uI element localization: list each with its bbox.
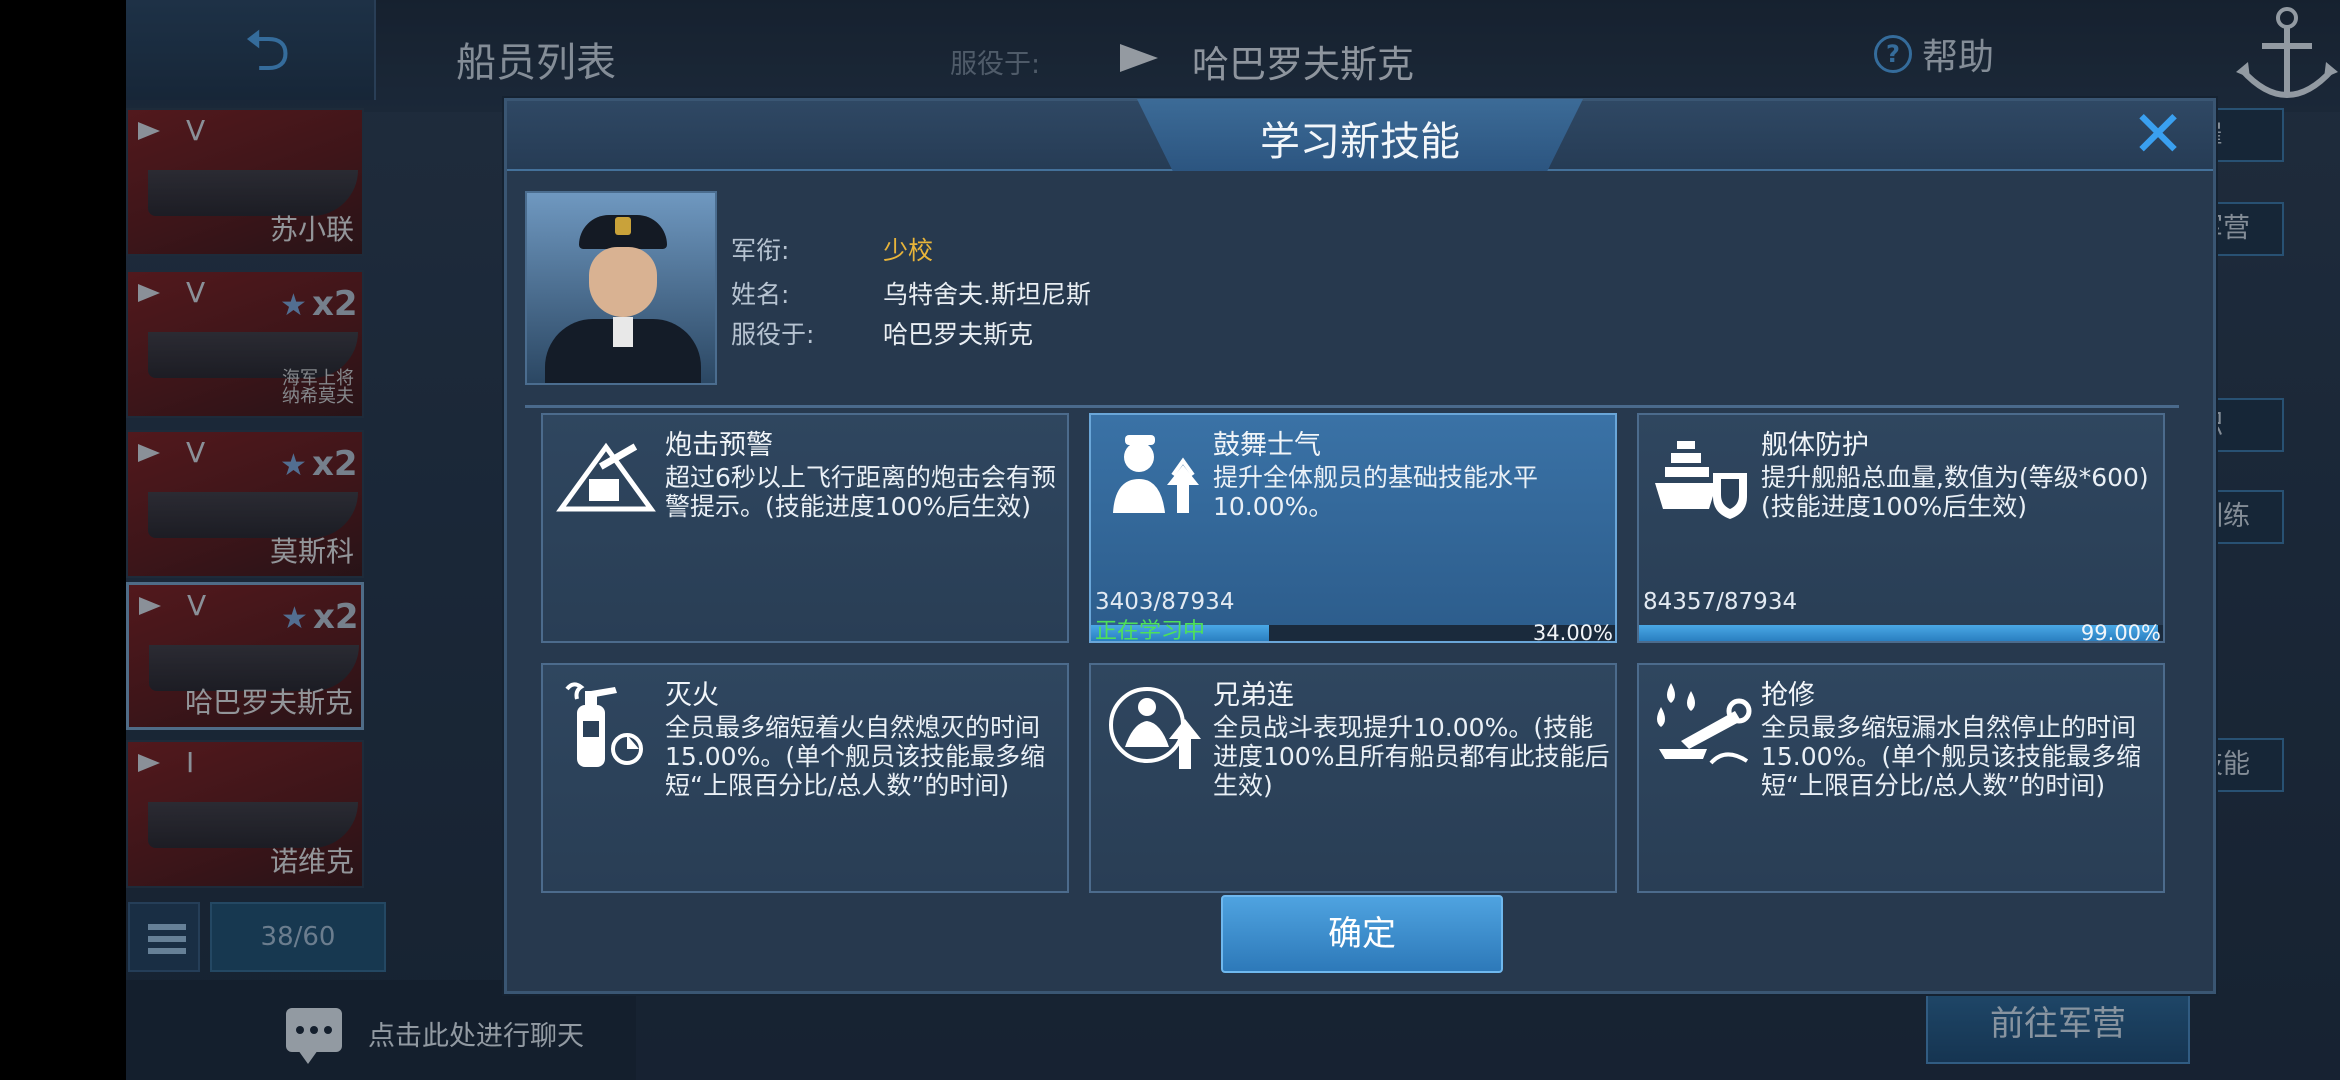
game-view: ⮌ 船员列表 服役于: 哈巴罗夫斯克 ? 帮助 V 苏小联 V ★ x2 海军上将 纳希莫… bbox=[126, 0, 2340, 1080]
skill-name: 兄弟连 bbox=[1213, 680, 1294, 711]
skill-card[interactable]: 鼓舞士气 提升全体舰员的基础技能水平10.00%。 3403/87934 34.00%… bbox=[1089, 413, 1617, 645]
hull-protection-icon bbox=[1651, 427, 1753, 523]
rank-label: 军衔: bbox=[731, 236, 790, 265]
skill-progress-percent: 34.00% bbox=[1532, 621, 1613, 645]
skill-description: 提升舰船总血量,数值为(等级*600)(技能进度100%后生效) bbox=[1761, 463, 2149, 521]
rank-value: 少校 bbox=[883, 236, 934, 265]
skill-progress-percent: 99.00% bbox=[2080, 621, 2161, 645]
skill-card[interactable]: 舰体防护 提升舰船总血量,数值为(等级*600)(技能进度100%后生效) 8435… bbox=[1637, 413, 2165, 645]
screen: ⮌ 船员列表 服役于: 哈巴罗夫斯克 ? 帮助 V 苏小联 V ★ x2 海军上将 纳希莫… bbox=[0, 0, 2340, 1080]
skill-description: 全员战斗表现提升10.00%。(技能进度100%且所有船员都有此技能后生效) bbox=[1213, 713, 1610, 800]
skill-name: 抢修 bbox=[1761, 680, 1815, 711]
repair-icon bbox=[1651, 677, 1753, 773]
modal-header: 学习新技能 ✕ bbox=[507, 99, 2213, 171]
skill-progress-text: 84357/87934 bbox=[1643, 589, 1798, 615]
skill-progress-text: 3403/87934 bbox=[1095, 589, 1235, 615]
serving-label: 服役于: bbox=[731, 320, 815, 349]
skill-description: 全员最多缩短漏水自然停止的时间15.00%。(单个舰员该技能最多缩短“上限百分比… bbox=[1761, 713, 2142, 800]
skill-description: 全员最多缩短着火自然熄灭的时间15.00%。(单个舰员该技能最多缩短“上限百分比… bbox=[665, 713, 1046, 800]
skill-name: 灭火 bbox=[665, 680, 719, 711]
name-label: 姓名: bbox=[731, 280, 790, 309]
skill-description: 提升全体舰员的基础技能水平10.00%。 bbox=[1213, 463, 1539, 521]
confirm-button[interactable]: 确定 bbox=[1221, 895, 1503, 973]
skill-name: 炮击预警 bbox=[665, 430, 773, 461]
divider bbox=[525, 405, 2179, 408]
skill-card[interactable]: 兄弟连 全员战斗表现提升10.00%。(技能进度100%且所有船员都有此技能后生效… bbox=[1089, 663, 1617, 893]
skill-description: 超过6秒以上飞行距离的炮击会有预警提示。(技能进度100%后生效) bbox=[665, 463, 1056, 521]
skill-card[interactable]: 炮击预警 超过6秒以上飞行距离的炮击会有预警提示。(技能进度100%后生效) bbox=[541, 413, 1069, 643]
band-of-brothers-icon bbox=[1103, 677, 1205, 773]
skill-card[interactable]: 抢修 全员最多缩短漏水自然停止的时间15.00%。(单个舰员该技能最多缩短“上限百… bbox=[1637, 663, 2165, 893]
skill-name: 鼓舞士气 bbox=[1213, 430, 1321, 461]
serving-value: 哈巴罗夫斯克 bbox=[883, 320, 1034, 349]
skill-name: 舰体防护 bbox=[1761, 430, 1869, 461]
crew-portrait bbox=[525, 191, 717, 385]
artillery-warning-icon bbox=[555, 427, 657, 523]
morale-boost-icon bbox=[1103, 427, 1205, 523]
fire-extinguisher-icon bbox=[555, 677, 657, 773]
learn-skill-modal: 学习新技能 ✕ 军衔: 少校 姓名: 乌特舍夫.斯坦尼斯 服役于: 哈巴罗夫斯克… bbox=[504, 98, 2216, 994]
skill-card[interactable]: 灭火 全员最多缩短着火自然熄灭的时间15.00%。(单个舰员该技能最多缩短“上限百… bbox=[541, 663, 1069, 893]
modal-title: 学习新技能 bbox=[1260, 119, 1460, 165]
close-icon[interactable]: ✕ bbox=[2127, 103, 2189, 167]
name-value: 乌特舍夫.斯坦尼斯 bbox=[883, 280, 1091, 309]
learning-status: 正在学习中 bbox=[1095, 619, 1206, 644]
